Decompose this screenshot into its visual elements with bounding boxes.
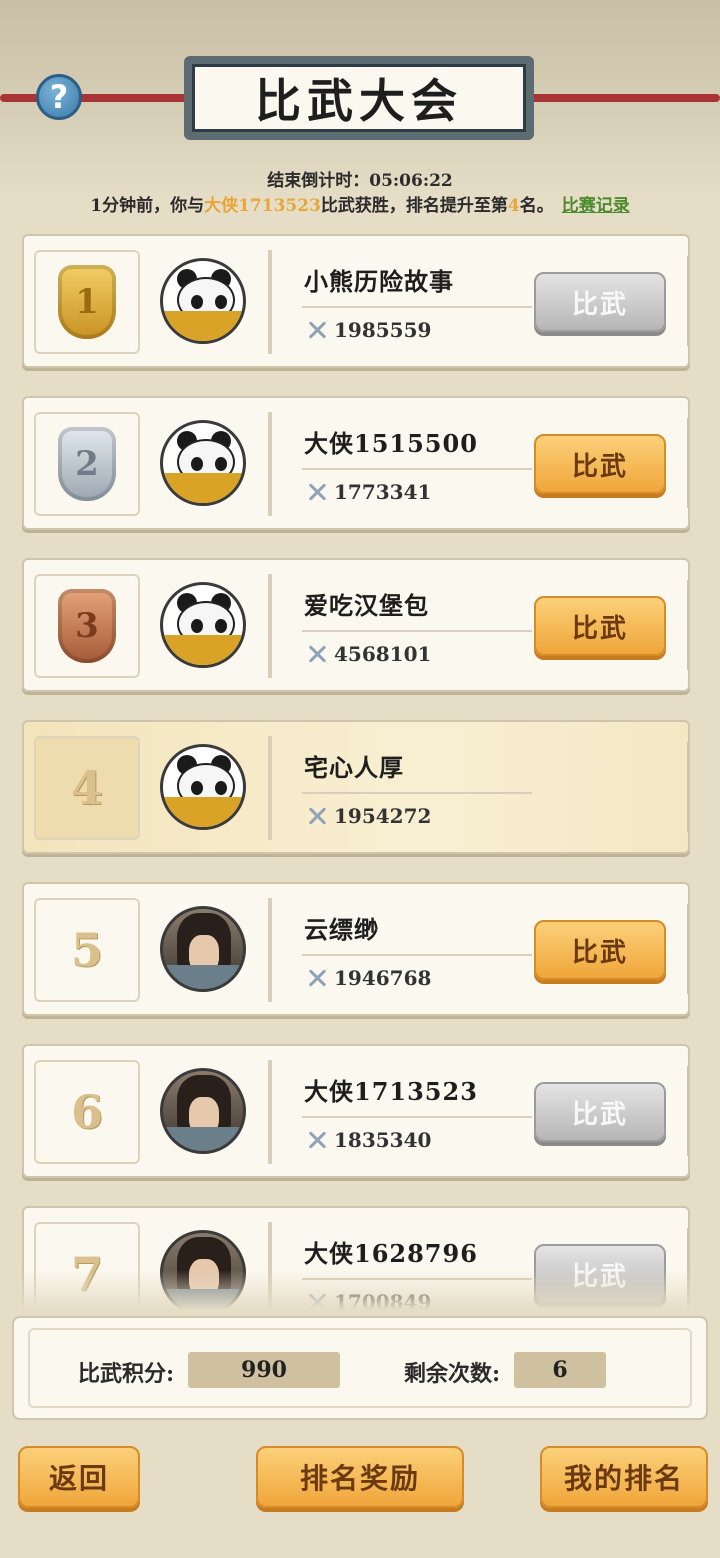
score-value: 990 bbox=[188, 1352, 340, 1388]
combat-power: 4568101 bbox=[306, 642, 431, 666]
notice-opponent: 大侠1713523 bbox=[204, 196, 321, 216]
notice-suffix: 名。 bbox=[519, 196, 554, 216]
challenge-button[interactable]: 比武 bbox=[534, 596, 666, 656]
player-name: 大侠1628796 bbox=[304, 1239, 478, 1268]
panda-avatar[interactable] bbox=[160, 582, 246, 668]
divider bbox=[302, 468, 532, 470]
ranking-row: 1 小熊历险故事 1985559 比武 bbox=[22, 234, 690, 368]
crossed-swords-icon bbox=[306, 1129, 328, 1151]
silver-medal-icon: 2 bbox=[58, 427, 116, 501]
challenge-button[interactable]: 比武 bbox=[534, 920, 666, 980]
rank-rewards-button[interactable]: 排名奖励 bbox=[256, 1446, 464, 1508]
combat-power-value: 1835340 bbox=[334, 1128, 432, 1152]
rank-badge: 2 bbox=[34, 412, 140, 516]
challenge-button[interactable]: 比武 bbox=[534, 272, 666, 332]
rope-right bbox=[520, 94, 720, 102]
ranking-row: 2 大侠1515500 1773341 比武 bbox=[22, 396, 690, 530]
page-title: 比武大会 bbox=[192, 64, 526, 132]
combat-power-value: 1946768 bbox=[334, 966, 432, 990]
rank-number: 5 bbox=[70, 923, 103, 977]
crossed-swords-icon bbox=[306, 805, 328, 827]
help-icon: ? bbox=[49, 78, 69, 116]
help-button[interactable]: ? bbox=[36, 74, 82, 120]
ranking-row: 4 宅心人厚 1954272 bbox=[22, 720, 690, 854]
warrior-avatar[interactable] bbox=[160, 1068, 246, 1154]
crossed-swords-icon bbox=[306, 319, 328, 341]
combat-power: 1985559 bbox=[306, 318, 431, 342]
player-info: 云缥缈 1946768 比武 bbox=[268, 898, 672, 1002]
score-label: 比武积分: bbox=[78, 1361, 175, 1387]
ranking-list[interactable]: 1 小熊历险故事 1985559 比武 2 大侠1515500 1773341 比武 3 爱吃汉堡… bbox=[22, 234, 692, 1309]
rope-left bbox=[0, 94, 200, 102]
divider bbox=[302, 954, 532, 956]
divider bbox=[302, 1116, 532, 1118]
notice-middle: 比武获胜，排名提升至第 bbox=[320, 196, 508, 216]
crossed-swords-icon bbox=[306, 481, 328, 503]
notice-rank: 4 bbox=[507, 196, 520, 216]
notice-prefix: 1分钟前，你与 bbox=[90, 196, 205, 216]
player-info: 小熊历险故事 1985559 比武 bbox=[268, 250, 672, 354]
player-name: 云缥缈 bbox=[304, 915, 379, 944]
player-name: 大侠1515500 bbox=[304, 429, 478, 458]
combat-power-value: 1985559 bbox=[334, 318, 432, 342]
player-name: 小熊历险故事 bbox=[304, 267, 454, 296]
crossed-swords-icon bbox=[306, 643, 328, 665]
player-info: 爱吃汉堡包 4568101 比武 bbox=[268, 574, 672, 678]
combat-power: 1954272 bbox=[306, 804, 431, 828]
combat-power: 1773341 bbox=[306, 480, 431, 504]
divider bbox=[302, 306, 532, 308]
ranking-row: 3 爱吃汉堡包 4568101 比武 bbox=[22, 558, 690, 692]
panda-avatar[interactable] bbox=[160, 744, 246, 830]
remaining-value: 6 bbox=[514, 1352, 606, 1388]
challenge-button[interactable]: 比武 bbox=[534, 434, 666, 494]
crossed-swords-icon bbox=[306, 967, 328, 989]
player-name: 宅心人厚 bbox=[304, 753, 404, 782]
ranking-row: 6 大侠1713523 1835340 比武 bbox=[22, 1044, 690, 1178]
bronze-medal-icon: 3 bbox=[58, 589, 116, 663]
gold-medal-icon: 1 bbox=[58, 265, 116, 339]
ranking-row: 5 云缥缈 1946768 比武 bbox=[22, 882, 690, 1016]
title-plaque: 比武大会 bbox=[184, 56, 534, 140]
divider bbox=[302, 630, 532, 632]
combat-power-value: 1954272 bbox=[334, 804, 432, 828]
player-name: 爱吃汉堡包 bbox=[304, 591, 429, 620]
rank-badge: 5 bbox=[34, 898, 140, 1002]
combat-power: 1946768 bbox=[306, 966, 431, 990]
my-rank-button[interactable]: 我的排名 bbox=[540, 1446, 708, 1508]
list-fade bbox=[22, 1270, 692, 1310]
combat-power-value: 1773341 bbox=[334, 480, 432, 504]
panda-avatar[interactable] bbox=[160, 420, 246, 506]
player-info: 大侠1713523 1835340 比武 bbox=[268, 1060, 672, 1164]
rank-badge: 4 bbox=[34, 736, 140, 840]
battle-notice: 1分钟前，你与大侠1713523比武获胜，排名提升至第4名。 比赛记录 bbox=[0, 191, 720, 216]
player-info: 宅心人厚 1954272 bbox=[268, 736, 672, 840]
stats-inner: 比武积分: 990 剩余次数: 6 bbox=[28, 1328, 692, 1408]
rank-badge: 6 bbox=[34, 1060, 140, 1164]
rank-badge: 3 bbox=[34, 574, 140, 678]
player-name: 大侠1713523 bbox=[304, 1077, 478, 1106]
record-link[interactable]: 比赛记录 bbox=[562, 196, 630, 216]
remaining-label: 剩余次数: bbox=[404, 1361, 501, 1387]
divider bbox=[302, 792, 532, 794]
stats-panel: 比武积分: 990 剩余次数: 6 bbox=[12, 1316, 708, 1420]
back-button[interactable]: 返回 bbox=[18, 1446, 140, 1508]
player-info: 大侠1515500 1773341 比武 bbox=[268, 412, 672, 516]
combat-power-value: 4568101 bbox=[334, 642, 432, 666]
rank-number: 6 bbox=[70, 1085, 103, 1139]
combat-power: 1835340 bbox=[306, 1128, 431, 1152]
panda-avatar[interactable] bbox=[160, 258, 246, 344]
rank-number: 4 bbox=[70, 761, 103, 815]
swordsman-avatar[interactable] bbox=[160, 906, 246, 992]
rank-badge: 1 bbox=[34, 250, 140, 354]
countdown-timer: 结束倒计时：05:06:22 bbox=[267, 171, 453, 191]
challenge-button[interactable]: 比武 bbox=[534, 1082, 666, 1142]
